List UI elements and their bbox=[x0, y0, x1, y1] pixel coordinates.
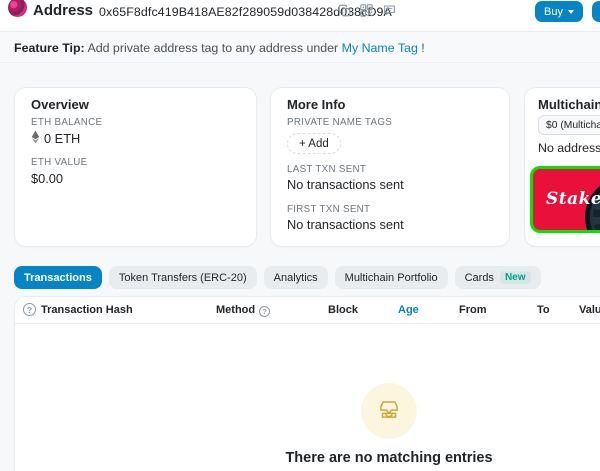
multichain-portfolio-badge[interactable]: $0 (Multichain Portfolio) bbox=[538, 115, 600, 135]
feature-tip-banner: Feature Tip: Add private address tag to … bbox=[0, 33, 600, 63]
eth-value-label: ETH VALUE bbox=[31, 157, 88, 168]
chevron-down-icon bbox=[568, 9, 574, 14]
column-method: Method? bbox=[216, 304, 271, 317]
empty-inbox-badge bbox=[361, 383, 417, 439]
feature-tip-text: Add private address tag to any address u… bbox=[84, 40, 342, 55]
comment-button[interactable] bbox=[381, 3, 398, 20]
empty-state: There are no matching entries bbox=[261, 383, 517, 466]
stake-logo: Stake bbox=[546, 189, 600, 209]
transactions-table-card: ? Transaction Hash Method? Block Age Fro… bbox=[14, 296, 600, 471]
comment-icon bbox=[383, 4, 396, 20]
my-name-tag-link[interactable]: My Name Tag bbox=[342, 41, 418, 55]
eth-balance-label: ETH BALANCE bbox=[31, 117, 103, 128]
first-txn-sent-label: FIRST TXN SENT bbox=[287, 204, 371, 215]
buy-button-label: Buy bbox=[544, 5, 563, 18]
private-name-tags-label: PRIVATE NAME TAGS bbox=[287, 117, 393, 128]
tab-analytics[interactable]: Analytics bbox=[263, 266, 328, 289]
address-identicon-avatar bbox=[8, 0, 27, 17]
method-info-icon[interactable]: ? bbox=[259, 306, 271, 317]
more-info-title: More Info bbox=[287, 97, 346, 112]
multichain-info-card: Multichain Info $0 (Multichain Portfolio… bbox=[524, 87, 600, 247]
page-title: Address bbox=[33, 2, 94, 19]
tab-cards[interactable]: Cards New bbox=[454, 266, 541, 289]
buy-button[interactable]: Buy bbox=[535, 1, 583, 22]
add-private-tag-button[interactable]: + Add bbox=[287, 133, 341, 154]
ethereum-icon bbox=[31, 130, 40, 147]
overview-title: Overview bbox=[31, 97, 89, 112]
last-txn-sent-value: No transactions sent bbox=[287, 177, 404, 192]
copy-address-button[interactable] bbox=[336, 3, 353, 20]
column-to: To bbox=[537, 304, 550, 316]
more-info-card: More Info PRIVATE NAME TAGS + Add LAST T… bbox=[270, 87, 510, 247]
column-block: Block bbox=[328, 304, 358, 316]
tab-multichain-portfolio[interactable]: Multichain Portfolio bbox=[334, 266, 448, 289]
column-from: From bbox=[459, 304, 487, 316]
page-header: Address 0x65F8dfc419B418AE82f289059d0384… bbox=[0, 0, 600, 32]
etherscan-address-page: Address 0x65F8dfc419B418AE82f289059d0384… bbox=[0, 0, 600, 471]
new-badge: New bbox=[499, 271, 531, 284]
empty-inbox-icon bbox=[376, 396, 402, 427]
overview-card: Overview ETH BALANCE 0 ETH ETH VALUE $0.… bbox=[14, 87, 257, 247]
feature-tip-suffix: ! bbox=[417, 40, 425, 55]
eth-balance-value: 0 ETH bbox=[31, 130, 80, 147]
table-header-row: ? Transaction Hash Method? Block Age Fro… bbox=[15, 297, 600, 324]
column-transaction-hash: Transaction Hash bbox=[41, 304, 133, 316]
eth-value: $0.00 bbox=[31, 171, 64, 186]
no-addresses-text: No addresses found bbox=[538, 141, 600, 155]
address-tabs: Transactions Token Transfers (ERC-20) An… bbox=[14, 266, 541, 289]
help-icon[interactable]: ? bbox=[23, 303, 36, 316]
stake-ad-banner[interactable]: Stake bbox=[530, 166, 600, 233]
column-age[interactable]: Age bbox=[398, 304, 419, 316]
feature-tip-label: Feature Tip: bbox=[14, 40, 85, 55]
secondary-action-button-partial[interactable] bbox=[592, 1, 600, 22]
tab-transactions[interactable]: Transactions bbox=[14, 266, 102, 289]
qr-code-icon bbox=[360, 3, 373, 20]
last-txn-sent-label: LAST TXN SENT bbox=[287, 164, 367, 175]
empty-message: There are no matching entries bbox=[285, 450, 493, 466]
multichain-info-title: Multichain Info bbox=[538, 97, 600, 112]
qr-code-button[interactable] bbox=[358, 3, 375, 20]
first-txn-sent-value: No transactions sent bbox=[287, 217, 404, 232]
copy-icon bbox=[338, 4, 351, 20]
tab-token-transfers[interactable]: Token Transfers (ERC-20) bbox=[108, 266, 257, 289]
column-value: Value bbox=[579, 304, 600, 316]
